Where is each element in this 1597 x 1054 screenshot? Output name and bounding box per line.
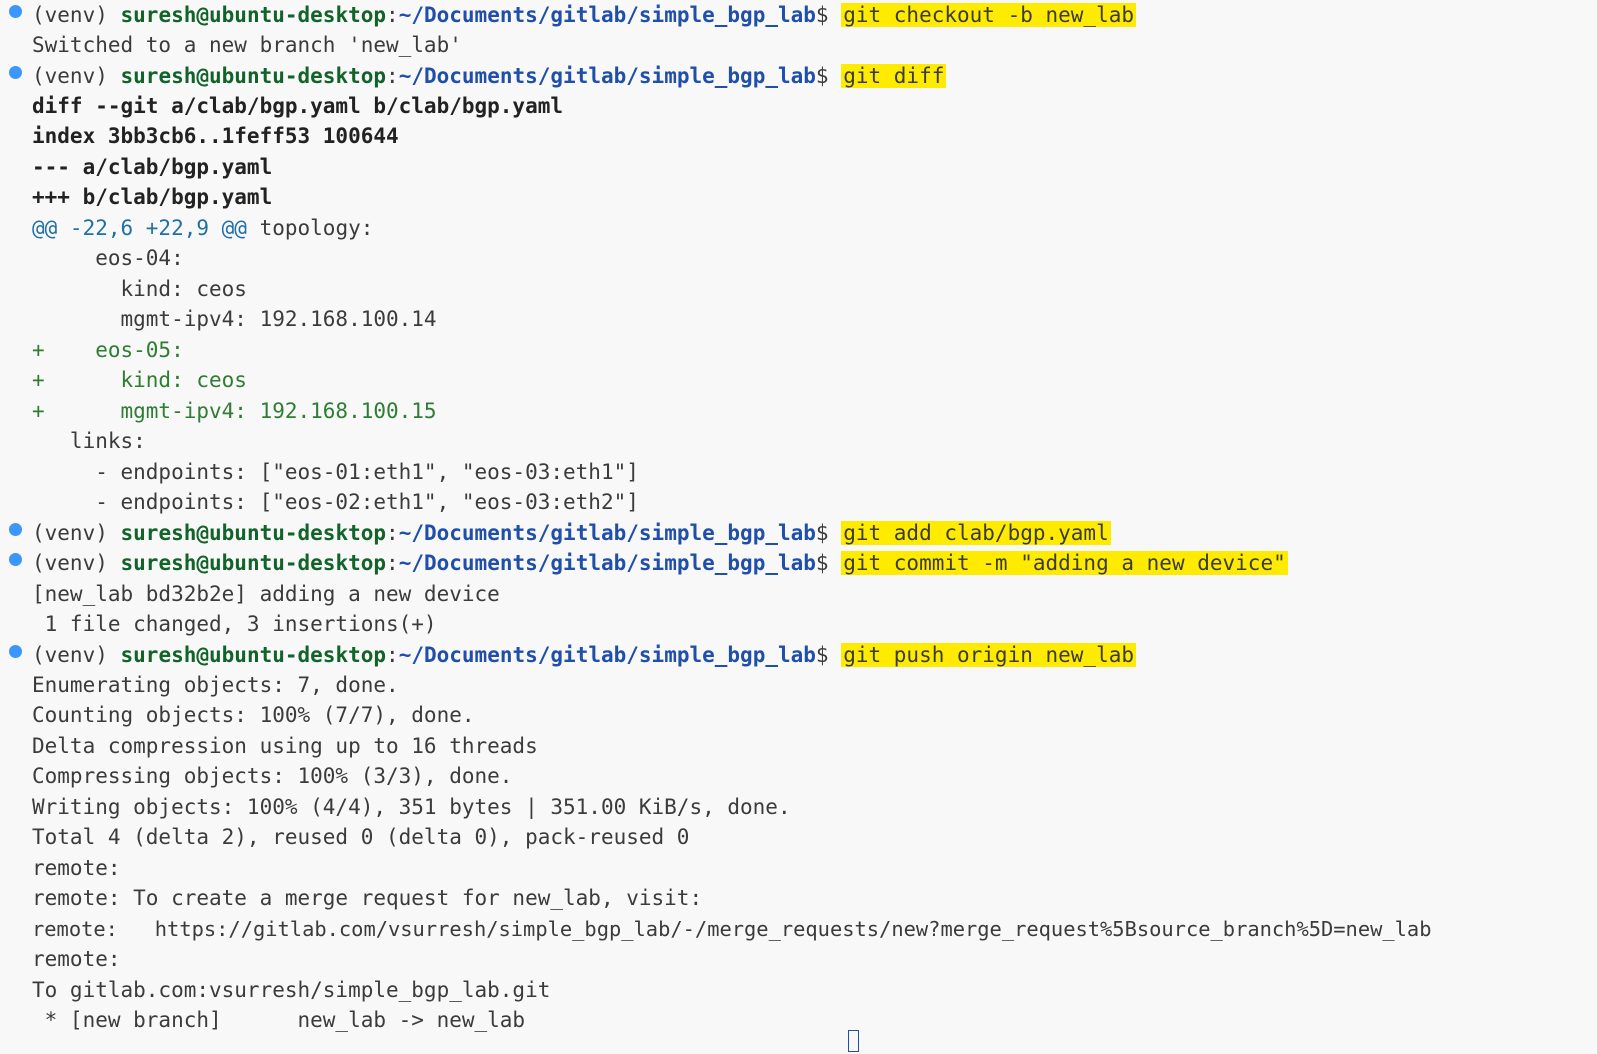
prompt-path: ~/Documents/gitlab/simple_bgp_lab (398, 643, 816, 667)
diff-hunk-line: @@ -22,6 +22,9 @@ topology: (32, 213, 373, 243)
command-text: git checkout -b new_lab (841, 3, 1137, 27)
diff-header-line: --- a/clab/bgp.yaml (32, 155, 273, 179)
output-line: Switched to a new branch 'new_lab' (32, 33, 462, 57)
diff-context-line: kind: ceos (32, 277, 247, 301)
output-line: remote: To create a merge request for ne… (32, 886, 703, 910)
command-text: git commit -m "adding a new device" (841, 551, 1288, 575)
prompt-line-push: (venv) suresh@ubuntu-desktop:~/Documents… (32, 640, 1137, 670)
prompt-colon: : (386, 551, 399, 575)
prompt-dollar: $ (815, 521, 842, 545)
venv-label: (venv) (32, 551, 121, 575)
command-text: git add clab/bgp.yaml (841, 521, 1111, 545)
prompt-path: ~/Documents/gitlab/simple_bgp_lab (398, 521, 816, 545)
diff-context-line: links: (32, 429, 146, 453)
venv-label: (venv) (32, 64, 121, 88)
output-line: Counting objects: 100% (7/7), done. (32, 703, 475, 727)
prompt-dollar: $ (815, 643, 842, 667)
command-status-dot[interactable] (9, 5, 22, 18)
output-line: Compressing objects: 100% (3/3), done. (32, 764, 513, 788)
prompt-line-commit: (venv) suresh@ubuntu-desktop:~/Documents… (32, 548, 1288, 578)
venv-label: (venv) (32, 3, 121, 27)
prompt-dollar: $ (815, 3, 842, 27)
diff-context-line: - endpoints: ["eos-02:eth1", "eos-03:eth… (32, 490, 639, 514)
prompt-user-host: suresh@ubuntu-desktop (120, 3, 387, 27)
command-status-dot[interactable] (9, 553, 22, 566)
output-line: To gitlab.com:vsurresh/simple_bgp_lab.gi… (32, 978, 551, 1002)
output-line: * [new branch] new_lab -> new_lab (32, 1008, 526, 1032)
output-line: Total 4 (delta 2), reused 0 (delta 0), p… (32, 825, 690, 849)
prompt-colon: : (386, 521, 399, 545)
diff-hunk-context: topology: (246, 216, 374, 240)
output-line: Enumerating objects: 7, done. (32, 673, 399, 697)
prompt-dollar: $ (815, 64, 842, 88)
prompt-line-add: (venv) suresh@ubuntu-desktop:~/Documents… (32, 518, 1111, 548)
venv-label: (venv) (32, 521, 121, 545)
diff-header-line: +++ b/clab/bgp.yaml (32, 185, 273, 209)
prompt-user-host: suresh@ubuntu-desktop (120, 551, 387, 575)
terminal-window[interactable]: (venv) suresh@ubuntu-desktop:~/Documents… (0, 0, 1597, 1054)
prompt-user-host: suresh@ubuntu-desktop (120, 643, 387, 667)
command-text: git diff (841, 64, 947, 88)
diff-added-line: + kind: ceos (32, 368, 247, 392)
diff-added-line: + eos-05: (32, 338, 184, 362)
prompt-colon: : (386, 3, 399, 27)
output-line: remote: (32, 856, 121, 880)
output-line: [new_lab bd32b2e] adding a new device (32, 582, 500, 606)
prompt-dollar: $ (815, 551, 842, 575)
diff-added-line: + mgmt-ipv4: 192.168.100.15 (32, 399, 437, 423)
command-text: git push origin new_lab (841, 643, 1137, 667)
output-line: Writing objects: 100% (4/4), 351 bytes |… (32, 795, 791, 819)
output-line: Delta compression using up to 16 threads (32, 734, 538, 758)
output-line: remote: (32, 947, 121, 971)
prompt-line-diff: (venv) suresh@ubuntu-desktop:~/Documents… (32, 61, 947, 91)
diff-context-line: - endpoints: ["eos-01:eth1", "eos-03:eth… (32, 460, 639, 484)
diff-context-line: eos-04: (32, 246, 184, 270)
prompt-colon: : (386, 64, 399, 88)
prompt-path: ~/Documents/gitlab/simple_bgp_lab (398, 551, 816, 575)
command-status-dot[interactable] (9, 523, 22, 536)
command-status-dot[interactable] (9, 645, 22, 658)
prompt-colon: : (386, 643, 399, 667)
prompt-path: ~/Documents/gitlab/simple_bgp_lab (398, 64, 816, 88)
prompt-user-host: suresh@ubuntu-desktop (120, 521, 387, 545)
diff-hunk-marker: @@ -22,6 +22,9 @@ (32, 216, 247, 240)
prompt-path: ~/Documents/gitlab/simple_bgp_lab (398, 3, 816, 27)
prompt-line-checkout: (venv) suresh@ubuntu-desktop:~/Documents… (32, 0, 1137, 30)
terminal-cursor (848, 1030, 859, 1052)
venv-label: (venv) (32, 643, 121, 667)
output-line: 1 file changed, 3 insertions(+) (32, 612, 437, 636)
diff-header-line: index 3bb3cb6..1feff53 100644 (32, 124, 399, 148)
prompt-user-host: suresh@ubuntu-desktop (120, 64, 387, 88)
diff-header-line: diff --git a/clab/bgp.yaml b/clab/bgp.ya… (32, 94, 564, 118)
command-status-dot[interactable] (9, 66, 22, 79)
merge-request-link[interactable]: remote: https://gitlab.com/vsurresh/simp… (32, 914, 1432, 944)
diff-context-line: mgmt-ipv4: 192.168.100.14 (32, 307, 437, 331)
